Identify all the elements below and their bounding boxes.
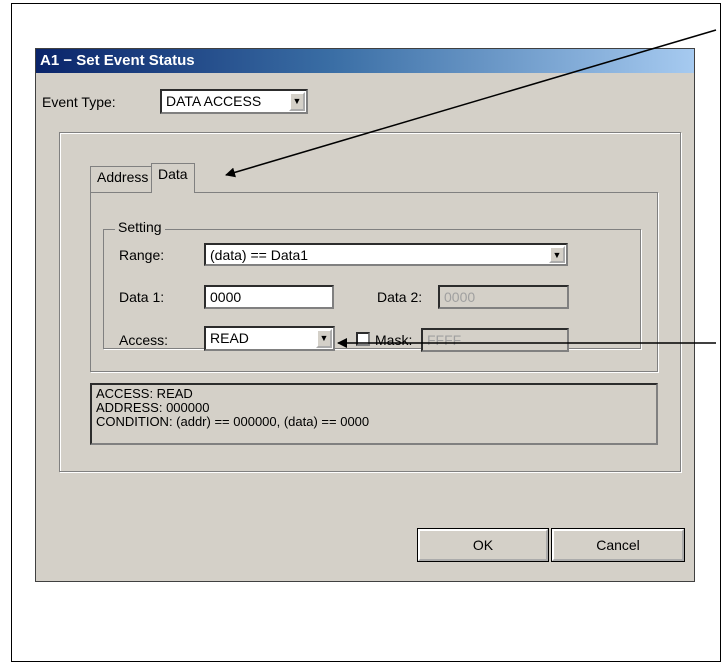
annotation-arrows [225, 29, 717, 348]
arrow-to-data-tab [225, 29, 717, 178]
tab-data[interactable]: Data [151, 163, 195, 193]
